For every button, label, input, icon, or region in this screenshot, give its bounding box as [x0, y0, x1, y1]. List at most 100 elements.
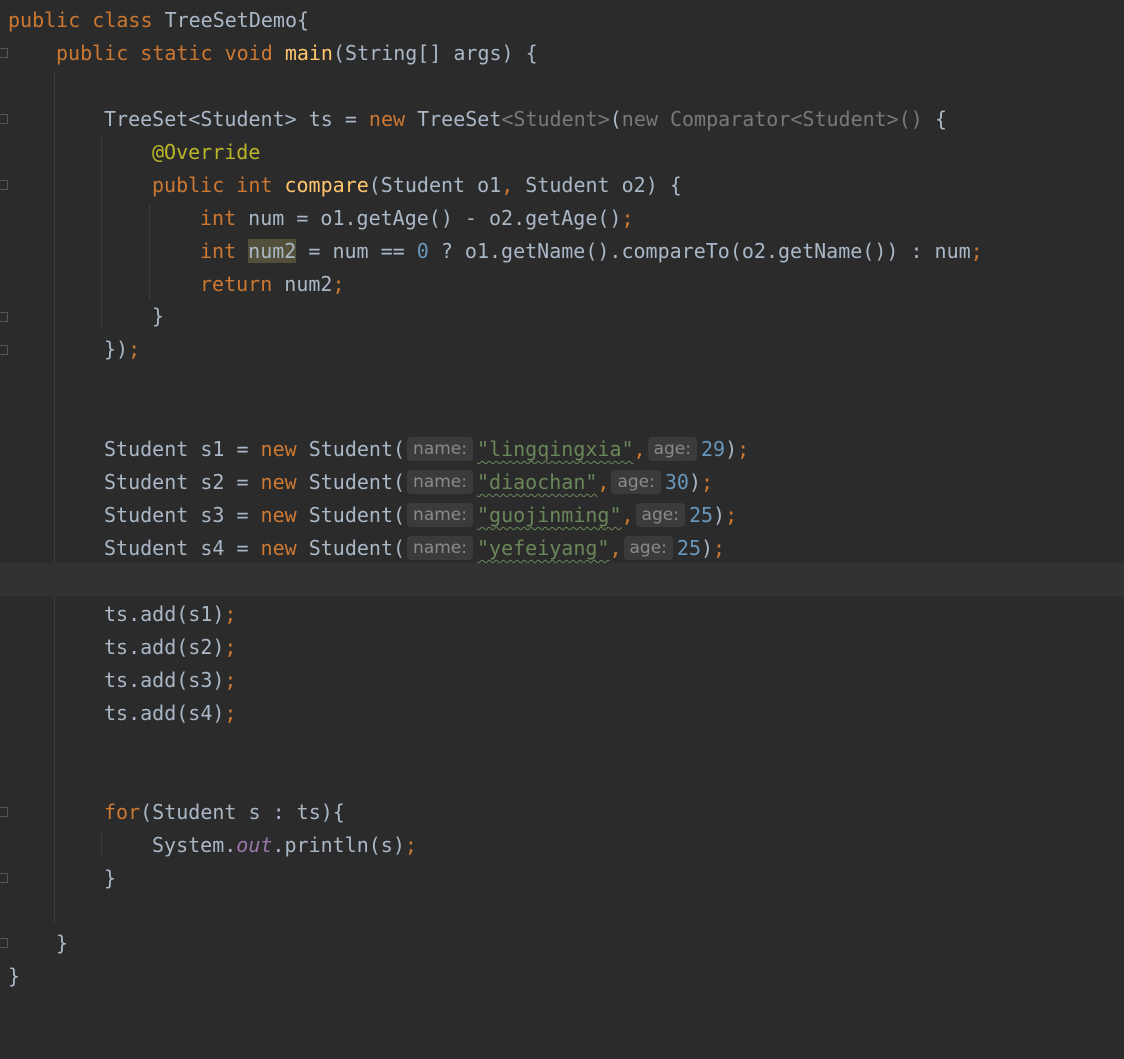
code-line[interactable]: public static void main(String[] args) { [0, 37, 1124, 70]
code-line[interactable]: TreeSet<Student> ts = new TreeSet<Studen… [0, 103, 1124, 136]
keyword: return [200, 272, 273, 296]
code-line[interactable]: } [0, 300, 1124, 333]
semicolon: ; [701, 470, 714, 494]
code-text: ) [725, 437, 738, 461]
code-text: (Student o1 [368, 173, 502, 197]
code-line[interactable]: @Override [0, 136, 1124, 169]
brace: } [56, 931, 69, 955]
comma: , [633, 437, 646, 461]
keyword: new [621, 107, 658, 131]
code-text: = num == [296, 239, 417, 263]
keyword: int [200, 206, 237, 230]
keyword: for [104, 800, 141, 824]
annotation: @Override [152, 140, 261, 164]
code-text: Student s2 = [104, 470, 261, 494]
code-editor[interactable]: public class TreeSetDemo{ public static … [0, 0, 1124, 1000]
keyword: int [200, 239, 237, 263]
code-line[interactable]: } [0, 927, 1124, 960]
code-text: <Student> [501, 107, 610, 131]
semicolon: ; [224, 701, 237, 725]
number-literal: 25 [688, 503, 714, 527]
number-literal: 0 [416, 239, 429, 263]
semicolon: ; [621, 206, 634, 230]
method-name: main [284, 41, 333, 65]
keyword: new [260, 437, 297, 461]
brace: } [8, 964, 21, 988]
string-literal: "yefeiyang" [477, 536, 610, 560]
code-line[interactable]: Student s3 = new Student(name: "guojinmin… [0, 499, 1124, 532]
comma: , [609, 536, 622, 560]
parameter-hint: name: [407, 470, 473, 494]
current-line[interactable] [0, 563, 1124, 596]
code-text: ts.add(s3) [104, 668, 225, 692]
keyword: int [236, 173, 273, 197]
code-line[interactable]: Student s2 = new Student(name: "diaochan"… [0, 466, 1124, 499]
semicolon: ; [332, 272, 345, 296]
comma: , [501, 173, 514, 197]
code-line[interactable]: public class TreeSetDemo{ [0, 4, 1124, 37]
parameter-hint: name: [407, 437, 473, 461]
semicolon: ; [713, 536, 726, 560]
code-line[interactable]: } [0, 862, 1124, 895]
comma: , [597, 470, 610, 494]
code-line[interactable]: ts.add(s2); [0, 631, 1124, 664]
semicolon: ; [128, 337, 141, 361]
parameter-hint: name: [407, 503, 473, 527]
keyword: public [8, 8, 81, 32]
parameter-hint: age: [623, 536, 673, 560]
code-text: Student( [296, 503, 406, 527]
code-line[interactable]: } [0, 960, 1124, 993]
semicolon: ; [970, 239, 983, 263]
parameter-hint: name: [407, 536, 473, 560]
code-text: (Student s : ts){ [140, 800, 345, 824]
keyword: public [56, 41, 129, 65]
code-text: ts.add(s2) [104, 635, 225, 659]
code-line[interactable]: for(Student s : ts){ [0, 796, 1124, 829]
code-line[interactable]: }); [0, 333, 1124, 366]
code-line[interactable]: ts.add(s4); [0, 697, 1124, 730]
method-name: compare [284, 173, 369, 197]
keyword: static [140, 41, 213, 65]
keyword: public [152, 173, 225, 197]
code-text: Student s3 = [104, 503, 261, 527]
semicolon: ; [224, 635, 237, 659]
code-text: Student o2) { [513, 173, 682, 197]
code-text: System. [152, 833, 237, 857]
code-text: { [922, 107, 947, 131]
code-line[interactable]: System.out.println(s); [0, 829, 1124, 862]
code-text: Student( [296, 437, 406, 461]
keyword: new [260, 536, 297, 560]
code-line[interactable]: int num2 = num == 0 ? o1.getName().compa… [0, 235, 1124, 268]
code-text: TreeSet [405, 107, 502, 131]
code-text: ) [688, 470, 702, 494]
semicolon: ; [404, 833, 417, 857]
code-line[interactable]: Student s1 = new Student(name: "lingqingx… [0, 433, 1124, 466]
code-line[interactable]: public int compare(Student o1, Student o… [0, 169, 1124, 202]
brace: } [152, 304, 165, 328]
static-field: out [236, 833, 273, 857]
code-text: ? o1.getName().compareTo(o2.getName()) :… [428, 239, 971, 263]
code-line[interactable]: int num = o1.getAge() - o2.getAge(); [0, 202, 1124, 235]
code-text: ( [609, 107, 622, 131]
string-literal: "guojinming" [477, 503, 622, 527]
keyword: new [260, 503, 297, 527]
params: (String[] args) { [332, 41, 538, 65]
code-text: .println(s) [272, 833, 405, 857]
code-text: ts.add(s1) [104, 602, 225, 626]
code-text: num = o1.getAge() - o2.getAge() [236, 206, 622, 230]
code-text: TreeSet<Student> ts = [104, 107, 369, 131]
code-line[interactable]: ts.add(s3); [0, 664, 1124, 697]
code-text: ts.add(s4) [104, 701, 225, 725]
class-name: TreeSetDemo [164, 8, 298, 32]
code-text: Student s1 = [104, 437, 261, 461]
parameter-hint: age: [647, 437, 697, 461]
code-line[interactable]: ts.add(s1); [0, 598, 1124, 631]
code-line[interactable]: return num2; [0, 268, 1124, 301]
code-text: Student( [296, 536, 406, 560]
code-line[interactable]: Student s4 = new Student(name: "yefeiyang… [0, 532, 1124, 565]
keyword: new [260, 470, 297, 494]
semicolon: ; [737, 437, 750, 461]
parameter-hint: age: [635, 503, 685, 527]
semicolon: ; [725, 503, 738, 527]
